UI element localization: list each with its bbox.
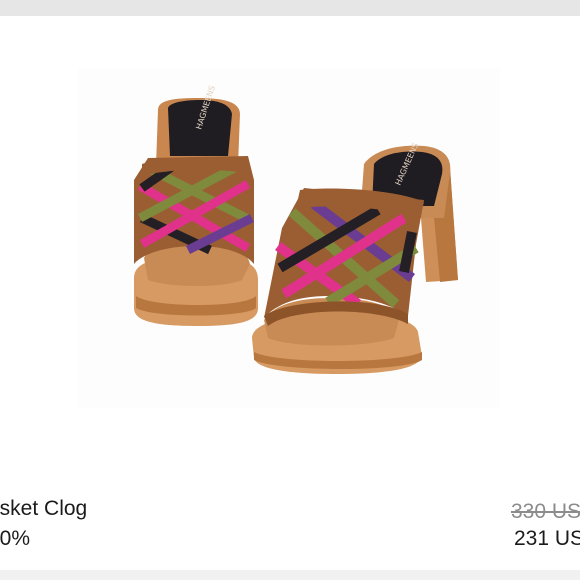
sale-price: 231 US [514, 527, 580, 550]
original-price: 330 US [511, 500, 580, 523]
product-card[interactable]: HAGMEENS HAGMEENS sket Clog 0% 330 US 23… [0, 0, 580, 580]
discount-label: 30% [0, 527, 31, 550]
price-box: 330 US 231 US [490, 497, 580, 557]
top-divider [0, 0, 580, 16]
product-image[interactable]: HAGMEENS HAGMEENS [78, 68, 500, 408]
bottom-divider [0, 570, 580, 580]
right-clog: HAGMEENS [252, 141, 458, 374]
product-name[interactable]: asket Clog [0, 497, 87, 521]
left-clog: HAGMEENS [134, 84, 258, 326]
